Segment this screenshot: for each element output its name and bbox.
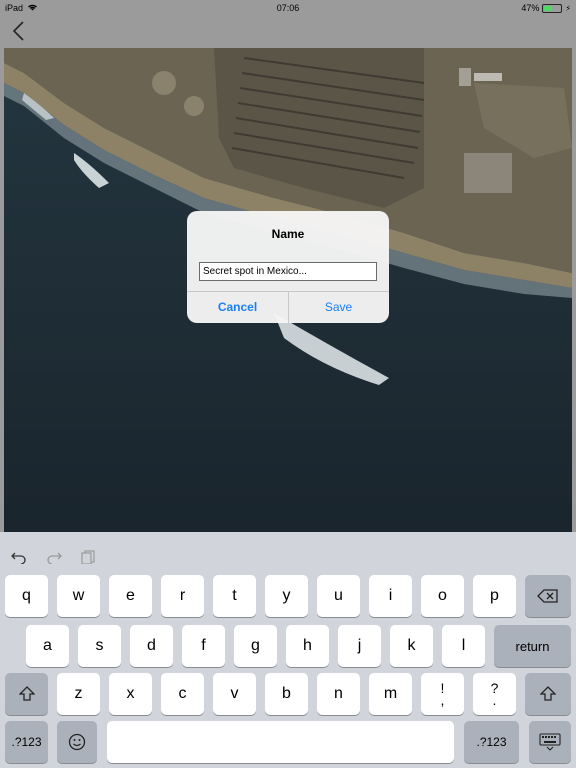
key-z[interactable]: z bbox=[57, 673, 100, 715]
paste-icon[interactable] bbox=[81, 550, 97, 565]
key-w[interactable]: w bbox=[57, 575, 100, 617]
name-input[interactable]: Secret spot in Mexico... bbox=[199, 262, 377, 281]
dialog-title: Name bbox=[271, 227, 305, 241]
numbers-key-right[interactable]: .?123 bbox=[464, 721, 519, 763]
key-x[interactable]: x bbox=[109, 673, 152, 715]
key-t[interactable]: t bbox=[213, 575, 256, 617]
key-g[interactable]: g bbox=[234, 625, 277, 667]
numbers-key-left[interactable]: .?123 bbox=[5, 721, 48, 763]
key-f[interactable]: f bbox=[182, 625, 225, 667]
name-dialog: Name Secret spot in Mexico... Cancel Sav… bbox=[187, 211, 389, 323]
key-s[interactable]: s bbox=[78, 625, 121, 667]
status-bar: iPad 07:06 47% ⚡ bbox=[0, 0, 576, 16]
key-question-period[interactable]: ? . bbox=[473, 673, 516, 715]
key-h[interactable]: h bbox=[286, 625, 329, 667]
emoji-icon bbox=[68, 733, 86, 751]
comma-label: , bbox=[440, 692, 445, 708]
undo-icon[interactable] bbox=[11, 550, 27, 565]
key-q[interactable]: q bbox=[5, 575, 48, 617]
key-n[interactable]: n bbox=[317, 673, 360, 715]
shift-icon bbox=[540, 686, 556, 701]
key-b[interactable]: b bbox=[265, 673, 308, 715]
shift-key-right[interactable] bbox=[525, 673, 571, 715]
dismiss-keyboard-key[interactable] bbox=[529, 721, 571, 763]
key-p[interactable]: p bbox=[473, 575, 516, 617]
clock: 07:06 bbox=[276, 3, 300, 13]
shift-icon bbox=[18, 686, 35, 701]
key-e[interactable]: e bbox=[109, 575, 152, 617]
period-label: . bbox=[492, 692, 497, 708]
emoji-key[interactable] bbox=[57, 721, 97, 763]
key-d[interactable]: d bbox=[130, 625, 173, 667]
key-exclaim-comma[interactable]: ! , bbox=[421, 673, 464, 715]
battery-percent: 47% bbox=[521, 3, 540, 13]
key-m[interactable]: m bbox=[369, 673, 412, 715]
key-o[interactable]: o bbox=[421, 575, 464, 617]
battery-icon bbox=[542, 3, 563, 13]
chevron-left-icon[interactable] bbox=[10, 20, 30, 42]
backspace-icon bbox=[537, 589, 558, 603]
save-button[interactable]: Save bbox=[288, 292, 389, 323]
key-i[interactable]: i bbox=[369, 575, 412, 617]
charging-icon: ⚡ bbox=[565, 3, 571, 13]
cancel-button[interactable]: Cancel bbox=[187, 292, 288, 323]
redo-icon[interactable] bbox=[46, 550, 62, 565]
key-y[interactable]: y bbox=[265, 575, 308, 617]
key-l[interactable]: l bbox=[442, 625, 485, 667]
key-a[interactable]: a bbox=[26, 625, 69, 667]
key-v[interactable]: v bbox=[213, 673, 256, 715]
key-c[interactable]: c bbox=[161, 673, 204, 715]
key-k[interactable]: k bbox=[390, 625, 433, 667]
shift-key-left[interactable] bbox=[5, 673, 48, 715]
keyboard: q w e r t y u i o p a s d f g h j k l re… bbox=[0, 532, 576, 768]
return-key[interactable]: return bbox=[494, 625, 571, 667]
key-j[interactable]: j bbox=[338, 625, 381, 667]
key-r[interactable]: r bbox=[161, 575, 204, 617]
key-u[interactable]: u bbox=[317, 575, 360, 617]
backspace-key[interactable] bbox=[525, 575, 571, 617]
space-bar[interactable] bbox=[107, 721, 454, 763]
keyboard-dismiss-icon bbox=[539, 733, 561, 751]
nav-bar bbox=[0, 16, 576, 48]
